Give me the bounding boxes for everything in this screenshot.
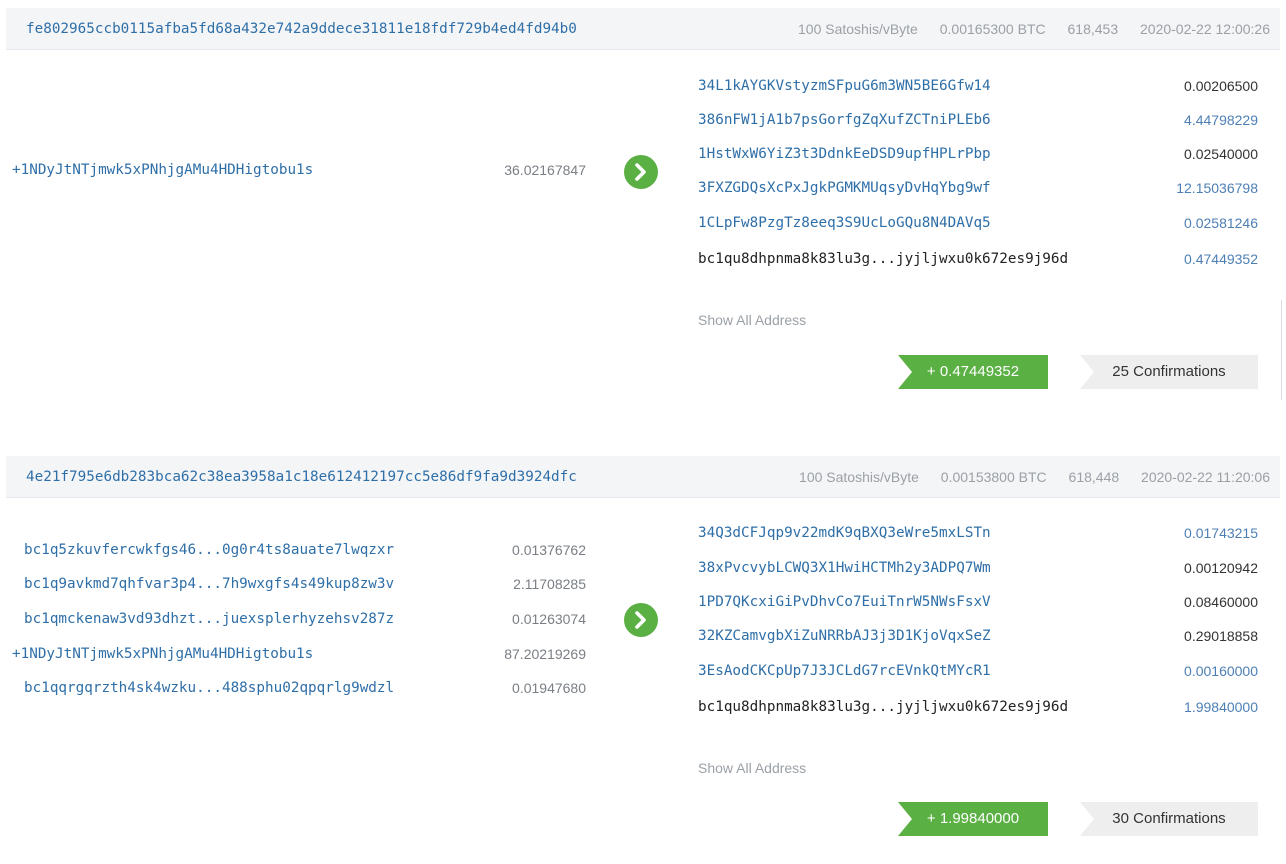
- show-all-address-link[interactable]: Show All Address: [698, 312, 806, 328]
- input-amount: 36.02167847: [504, 162, 586, 178]
- input-amount: 0.01376762: [512, 542, 586, 558]
- transaction-arrow-button[interactable]: [624, 603, 658, 637]
- output-amount: 1.99840000: [1184, 699, 1258, 715]
- output-address-link[interactable]: 32KZCamvgbXiZuNRRbAJ3j3D1KjoVqxSeZ: [698, 619, 991, 653]
- confirmations-badge: 30 Confirmations: [1080, 802, 1258, 836]
- input-address-link[interactable]: bc1qqrgqrzth4sk4wzku...488sphu02qpqrlg9w…: [24, 671, 394, 705]
- scrollbar-track[interactable]: [1281, 300, 1282, 400]
- output-address-own: bc1qu8dhpnma8k83lu3g...jyjljwxu0k672es9j…: [698, 251, 1069, 267]
- input-address-link[interactable]: bc1q5zkuvfercwkfgs46...0g0r4ts8auate7lwq…: [24, 533, 394, 567]
- output-address-link[interactable]: 386nFW1jA1b7psGorfgZqXufZCTniPLEb6: [698, 103, 991, 137]
- fee-rate: 100 Satoshis/vByte: [798, 21, 918, 37]
- output-amount: 0.00206500: [1184, 78, 1258, 94]
- transaction-meta: 100 Satoshis/vByte 0.00153800 BTC 618,44…: [781, 456, 1270, 498]
- transaction-arrow-button[interactable]: [624, 155, 658, 189]
- output-amount: 12.15036798: [1176, 180, 1258, 196]
- net-amount-badge: + 1.99840000: [898, 802, 1048, 836]
- block-height-link[interactable]: 618,448: [1069, 469, 1120, 485]
- output-address-link[interactable]: 3FXZGDQsXcPxJgkPGMKMUqsyDvHqYbg9wf: [698, 171, 991, 205]
- input-address-link[interactable]: +1NDyJtNTjmwk5xPNhjgAMu4HDHigtobu1s: [12, 637, 313, 671]
- fee-amount: 0.00153800 BTC: [940, 469, 1047, 485]
- input-address-link[interactable]: +1NDyJtNTjmwk5xPNhjgAMu4HDHigtobu1s: [12, 153, 313, 187]
- show-all-address-link[interactable]: Show All Address: [698, 760, 806, 776]
- output-amount: 0.08460000: [1184, 594, 1258, 610]
- output-address-link[interactable]: 38xPvcvybLCWQ3X1HwiHCTMh2y3ADPQ7Wm: [698, 551, 991, 585]
- input-amount: 0.01263074: [512, 611, 586, 627]
- transaction-meta: 100 Satoshis/vByte 0.00165300 BTC 618,45…: [780, 8, 1270, 50]
- transaction-card: fe802965ccb0115afba5fd68a432e742a9ddece3…: [0, 0, 1286, 420]
- fee-amount: 0.00165300 BTC: [939, 21, 1046, 37]
- chevron-right-icon: [635, 611, 646, 629]
- input-amount: 0.01947680: [512, 680, 586, 696]
- chevron-right-icon: [635, 163, 646, 181]
- output-amount: 4.44798229: [1184, 112, 1258, 128]
- input-address-link[interactable]: bc1qmckenaw3vd93dhzt...juexsplerhyzehsv2…: [24, 602, 394, 636]
- output-address-link[interactable]: 3EsAodCKCpUp7J3JCLdG7rcEVnkQtMYcR1: [698, 654, 991, 688]
- transaction-card: 4e21f795e6db283bca62c38ea3958a1c18e61241…: [0, 448, 1286, 864]
- transaction-time: 2020-02-22 11:20:06: [1141, 469, 1270, 485]
- output-amount: 0.29018858: [1184, 628, 1258, 644]
- transaction-hash-link[interactable]: 4e21f795e6db283bca62c38ea3958a1c18e61241…: [26, 456, 577, 498]
- fee-rate: 100 Satoshis/vByte: [799, 469, 919, 485]
- net-amount-badge: + 0.47449352: [898, 355, 1048, 389]
- output-amount: 0.02581246: [1184, 215, 1258, 231]
- output-amount: 0.00120942: [1184, 560, 1258, 576]
- transaction-time: 2020-02-22 12:00:26: [1140, 21, 1270, 37]
- output-amount: 0.02540000: [1184, 146, 1258, 162]
- output-address-own: bc1qu8dhpnma8k83lu3g...jyjljwxu0k672es9j…: [698, 699, 1069, 715]
- transaction-hash-link[interactable]: fe802965ccb0115afba5fd68a432e742a9ddece3…: [26, 8, 577, 50]
- output-address-link[interactable]: 34Q3dCFJqp9v22mdK9qBXQ3eWre5mxLSTn: [698, 516, 991, 550]
- output-address-link[interactable]: 1PD7QKcxiGiPvDhvCo7EuiTnrW5NWsFsxV: [698, 585, 991, 619]
- transaction-header: 4e21f795e6db283bca62c38ea3958a1c18e61241…: [6, 456, 1280, 498]
- confirmations-badge: 25 Confirmations: [1080, 355, 1258, 389]
- input-address-link[interactable]: bc1q9avkmd7qhfvar3p4...7h9wxgfs4s49kup8z…: [24, 567, 394, 601]
- output-amount: 0.01743215: [1184, 525, 1258, 541]
- output-address-link[interactable]: 34L1kAYGKVstyzmSFpuG6m3WN5BE6Gfw14: [698, 69, 991, 103]
- transaction-header: fe802965ccb0115afba5fd68a432e742a9ddece3…: [6, 8, 1280, 50]
- input-amount: 87.20219269: [504, 646, 586, 662]
- output-amount: 0.00160000: [1184, 663, 1258, 679]
- output-address-link[interactable]: 1CLpFw8PzgTz8eeq3S9UcLoGQu8N4DAVq5: [698, 206, 991, 240]
- input-amount: 2.11708285: [513, 576, 586, 592]
- block-height-link[interactable]: 618,453: [1068, 21, 1119, 37]
- output-amount: 0.47449352: [1184, 251, 1258, 267]
- output-address-link[interactable]: 1HstWxW6YiZ3t3DdnkEeDSD9upfHPLrPbp: [698, 137, 991, 171]
